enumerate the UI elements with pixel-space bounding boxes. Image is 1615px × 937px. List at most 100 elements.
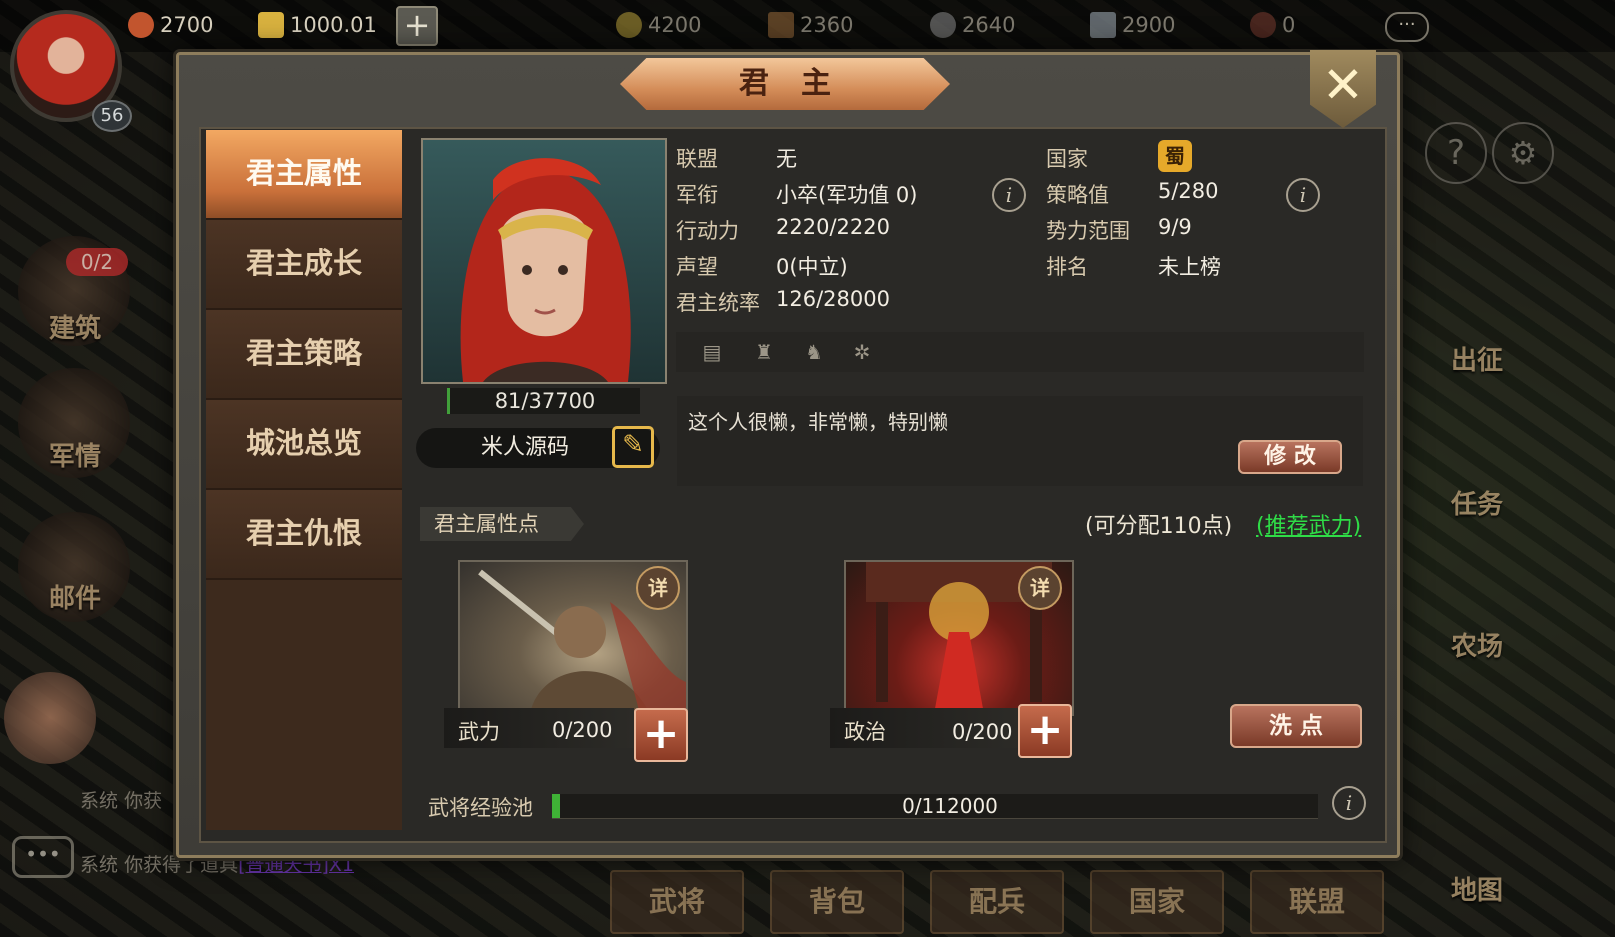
iron-icon: [1090, 12, 1116, 38]
alliance-label: 联盟: [676, 147, 718, 171]
available-points: (可分配110点): [1085, 514, 1233, 539]
country-label: 国家: [1046, 147, 1088, 171]
copper-resource: 2700: [128, 12, 213, 38]
martial-value: 0/200: [552, 718, 613, 742]
wood-value: 2360: [800, 13, 854, 37]
tab-city-overview[interactable]: 城池总览: [206, 400, 402, 490]
alliance-value: 无: [776, 147, 797, 171]
stone-icon: [930, 12, 956, 38]
strategy-label: 策略值: [1046, 183, 1109, 207]
advisor-avatar[interactable]: [4, 672, 96, 764]
build-badge: 0/2: [66, 248, 128, 276]
food-resource: 4200: [616, 12, 701, 38]
attr-section-title: 君主属性点: [420, 507, 584, 541]
population-value: 0: [1282, 13, 1296, 37]
chat-text: 你获: [124, 790, 163, 812]
lord-exp: 81/37700: [447, 388, 640, 414]
stamina-value: 2220/2220: [776, 215, 890, 239]
rank-title-value: 小卒(军功值 0): [776, 183, 918, 207]
politics-detail-badge[interactable]: 详: [1018, 566, 1062, 610]
tab-lord-growth[interactable]: 君主成长: [206, 220, 402, 310]
politics-value: 0/200: [952, 720, 1013, 744]
settings-gear-icon[interactable]: ⚙: [1492, 122, 1554, 184]
buff-icons-row: [676, 332, 1364, 372]
mail-label: 邮件: [48, 584, 101, 614]
copper-icon: [128, 12, 154, 38]
food-value: 4200: [648, 13, 702, 37]
gold-resource: 1000.01: [258, 12, 377, 38]
map-label[interactable]: 地图: [1432, 870, 1522, 907]
iron-value: 2900: [1122, 13, 1176, 37]
build-label: 建筑: [48, 314, 101, 344]
modal-title: 君主: [739, 66, 863, 101]
exp-pool-value: 0/112000: [902, 794, 998, 818]
reset-points-button[interactable]: 洗 点: [1230, 704, 1362, 748]
strategy-info-icon[interactable]: i: [1286, 178, 1320, 212]
prestige-value: 0(中立): [776, 255, 848, 279]
wheat-icon: [616, 12, 642, 38]
tab-country[interactable]: 国家: [1090, 870, 1224, 934]
edit-signature-button[interactable]: 修 改: [1238, 440, 1342, 474]
ranking-label: 排名: [1046, 255, 1088, 279]
ranking-value: 未上榜: [1158, 255, 1221, 279]
gold-value: 1000.01: [290, 13, 377, 37]
bottom-nav: 武将 背包 配兵 国家 联盟: [610, 870, 1440, 937]
recharge-button[interactable]: +: [396, 6, 438, 46]
recommend-link[interactable]: (推荐武力): [1256, 508, 1361, 540]
rank-title-label: 军衔: [676, 183, 718, 207]
task-label[interactable]: 任务: [1432, 484, 1522, 521]
portrait-art: [460, 158, 631, 382]
exp-pool-info-icon[interactable]: i: [1332, 786, 1366, 820]
copper-value: 2700: [160, 13, 214, 37]
territory-value: 9/9: [1158, 215, 1192, 239]
population-resource: 0: [1250, 12, 1295, 38]
pagoda-buff-icon[interactable]: ♜: [750, 340, 778, 366]
more-button[interactable]: ···: [1385, 12, 1429, 42]
tab-alliance[interactable]: 联盟: [1250, 870, 1384, 934]
martial-detail-badge[interactable]: 详: [636, 566, 680, 610]
signature-text: 这个人很懒，非常懒，特别懒: [688, 410, 948, 434]
person-icon: [1250, 12, 1276, 38]
chat-prefix: 系统: [80, 790, 119, 812]
rank-info-icon[interactable]: i: [992, 178, 1026, 212]
stamina-label: 行动力: [676, 219, 739, 243]
territory-label: 势力范围: [1046, 219, 1130, 243]
add-martial-button[interactable]: +: [634, 708, 688, 762]
wood-resource: 2360: [768, 12, 853, 38]
chat-prefix: 系统: [80, 854, 119, 876]
gold-ingot-icon: [258, 12, 284, 38]
farm-label[interactable]: 农场: [1432, 626, 1522, 663]
iron-resource: 2900: [1090, 12, 1175, 38]
building-buff-icon[interactable]: ▤: [698, 340, 726, 366]
add-politics-button[interactable]: +: [1018, 704, 1072, 758]
prestige-label: 声望: [676, 255, 718, 279]
strategy-value: 5/280: [1158, 179, 1219, 203]
stone-resource: 2640: [930, 12, 1015, 38]
lord-portrait: [421, 138, 667, 384]
wheel-buff-icon[interactable]: ✲: [848, 340, 876, 366]
tab-generals[interactable]: 武将: [610, 870, 744, 934]
military-label: 军情: [48, 442, 101, 472]
side-tabs: 君主属性 君主成长 君主策略 城池总览 君主仇恨: [206, 130, 402, 830]
tab-lord-strategy[interactable]: 君主策略: [206, 310, 402, 400]
tab-lord-hatred[interactable]: 君主仇恨: [206, 490, 402, 580]
help-icon[interactable]: ?: [1425, 122, 1487, 184]
command-value: 126/28000: [776, 287, 890, 311]
horse-buff-icon[interactable]: ♞: [800, 340, 828, 366]
chat-bubble-icon[interactable]: •••: [12, 836, 74, 878]
march-label[interactable]: 出征: [1432, 340, 1522, 377]
martial-label: 武力: [458, 720, 500, 744]
wood-icon: [768, 12, 794, 38]
tab-lord-attributes[interactable]: 君主属性: [206, 130, 402, 220]
lord-name: 米人源码: [480, 435, 569, 460]
tab-bag[interactable]: 背包: [770, 870, 904, 934]
player-level: 56: [92, 100, 132, 132]
tab-troops[interactable]: 配兵: [930, 870, 1064, 934]
stone-value: 2640: [962, 13, 1016, 37]
chat-line-1: 系统 你获: [80, 786, 162, 813]
edit-name-icon[interactable]: ✎: [612, 426, 654, 468]
country-flag: 蜀: [1158, 140, 1192, 172]
politics-label: 政治: [844, 720, 886, 744]
command-label: 君主统率: [676, 291, 760, 315]
exp-pool-label: 武将经验池: [428, 796, 533, 820]
